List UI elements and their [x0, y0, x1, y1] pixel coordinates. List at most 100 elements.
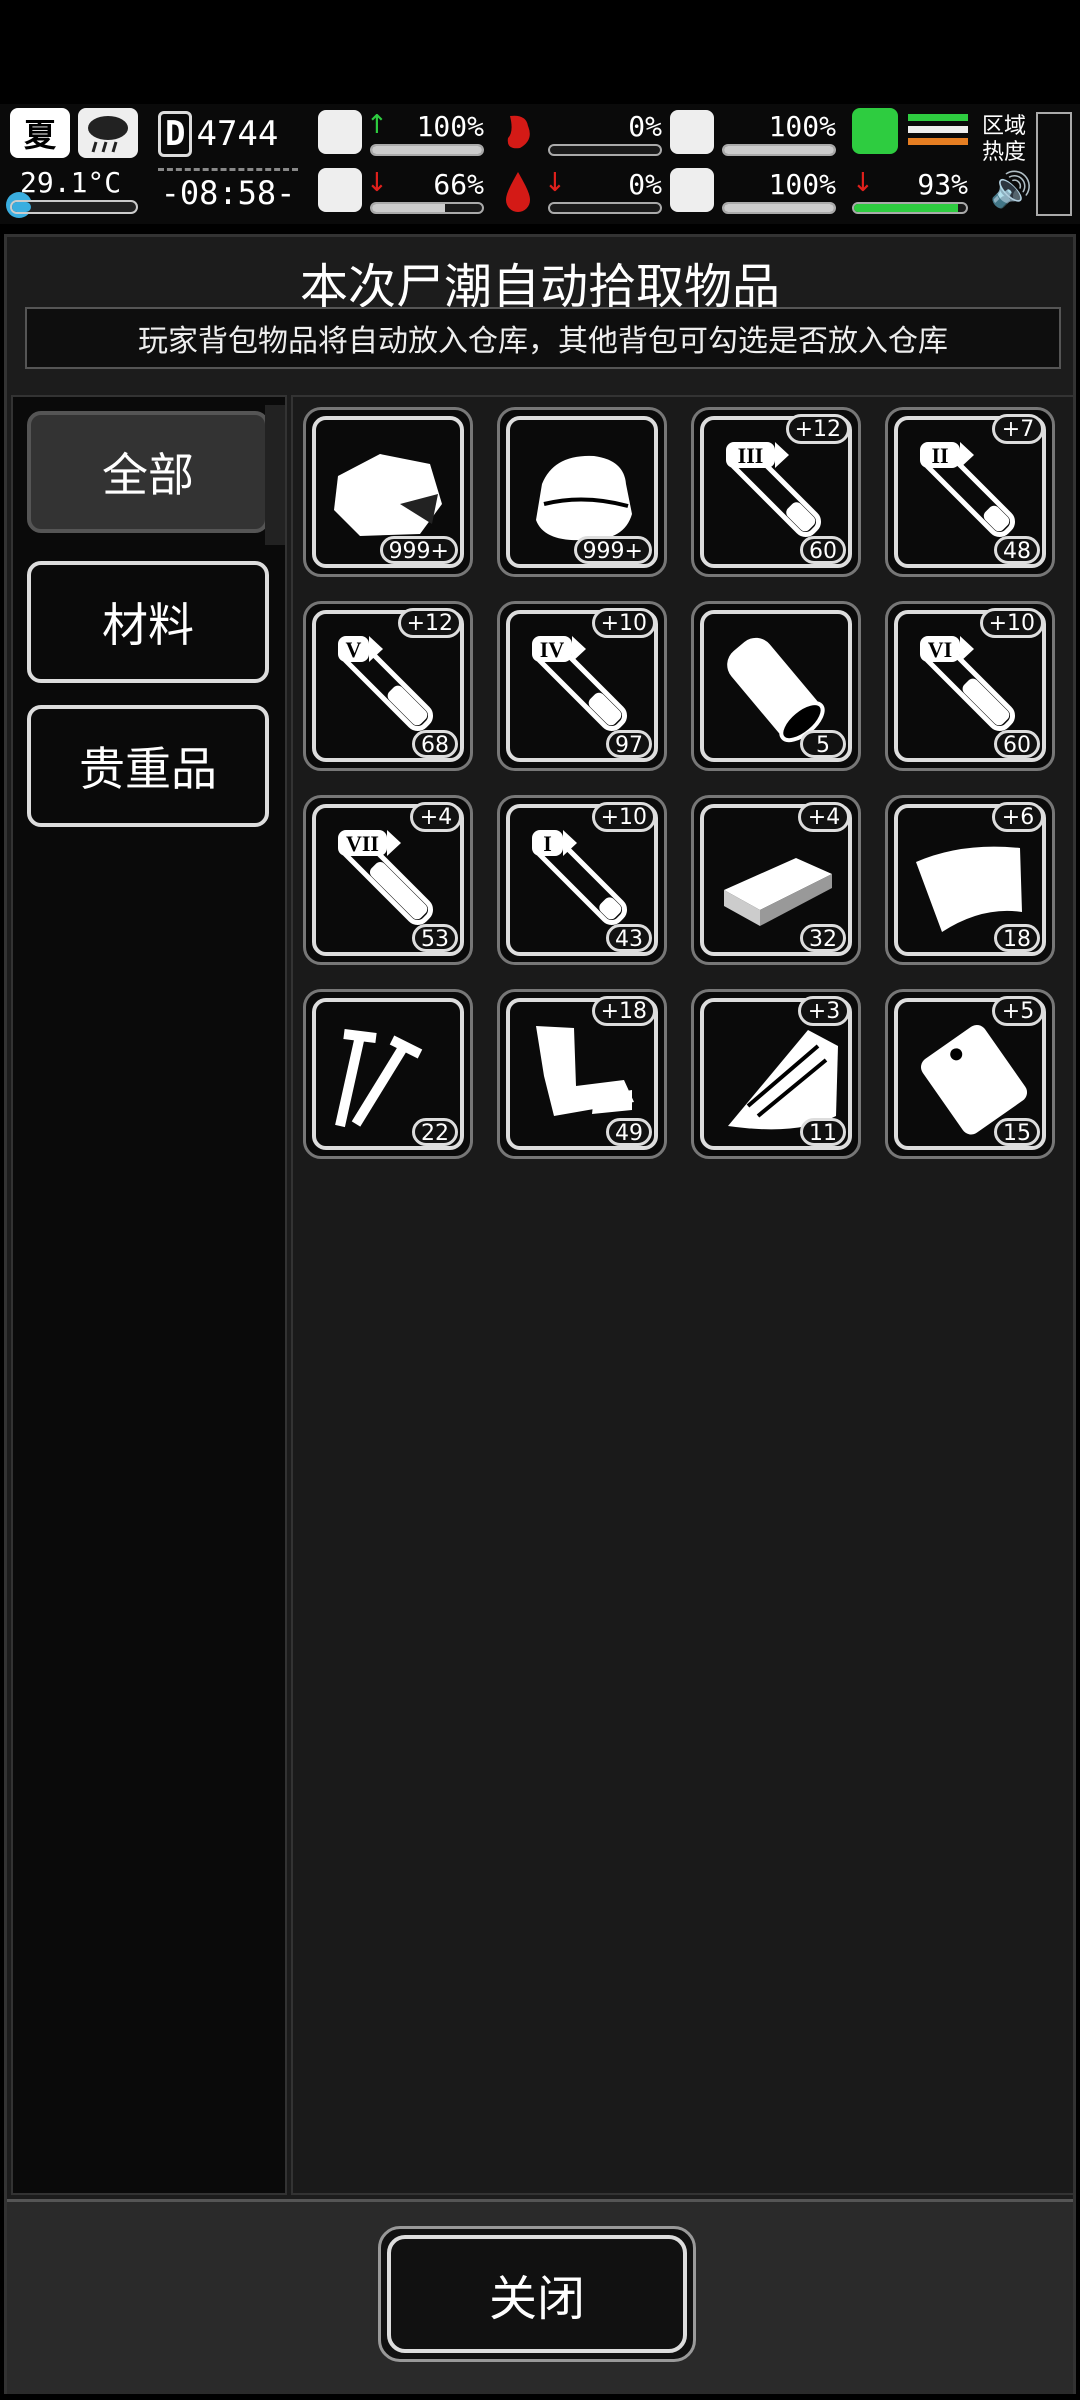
svg-text:VII: VII	[346, 831, 379, 856]
item-slot[interactable]: +5 15	[885, 989, 1055, 1159]
svg-text:II: II	[931, 443, 948, 468]
item-slot[interactable]: III +12 60	[691, 407, 861, 577]
region-heat-label: 区域热度	[982, 114, 1027, 165]
bonus-badge: +5	[992, 996, 1044, 1026]
stat-value: 0%	[628, 110, 662, 143]
item-count: 68	[412, 730, 458, 758]
rain-cloud-icon	[78, 108, 138, 158]
panel-subtitle-box: 玩家背包物品将自动放入仓库，其他背包可勾选是否放入仓库	[25, 307, 1061, 369]
item-count: 999+	[573, 536, 652, 564]
speaker-icon[interactable]: 🔊	[990, 170, 1032, 210]
category-tab-all[interactable]: 全部	[27, 405, 285, 545]
item-slot[interactable]: VI +10 60	[885, 601, 1055, 771]
item-count: 5	[800, 730, 846, 758]
arrow-down-icon: ↓	[366, 168, 388, 198]
stat-value: 93%	[917, 168, 968, 201]
item-count: 18	[994, 924, 1040, 952]
item-slot[interactable]: II +7 48	[885, 407, 1055, 577]
day-counter: D 4744	[158, 108, 288, 160]
category-tab-label: 贵重品	[79, 742, 217, 796]
item-grid: 999+ 999+ III +12 60 II +7 48 V +12 68 IV +10 97 5 VI +1…	[291, 395, 1075, 2195]
item-count: 48	[994, 536, 1040, 564]
category-sidebar: 全部 材料 贵重品	[11, 395, 287, 2195]
health-stat: ↑ 100%	[318, 110, 484, 162]
panel-subtitle: 玩家背包物品将自动放入仓库，其他背包可勾选是否放入仓库	[138, 324, 948, 359]
stat-value: 100%	[768, 168, 836, 201]
stat-value: 0%	[628, 168, 662, 201]
bonus-badge: +4	[798, 802, 850, 832]
item-count: 49	[606, 1118, 652, 1146]
category-tab-valuables[interactable]: 贵重品	[27, 705, 269, 827]
item-count: 22	[412, 1118, 458, 1146]
medkit-icon	[318, 110, 362, 154]
item-slot[interactable]: 999+	[303, 407, 473, 577]
item-count: 32	[800, 924, 846, 952]
item-slot[interactable]: +18 49	[497, 989, 667, 1159]
item-slot[interactable]: I +10 43	[497, 795, 667, 965]
temperature-readout: 29.1°C	[20, 166, 122, 199]
item-slot[interactable]: VII +4 53	[303, 795, 473, 965]
item-count: 11	[800, 1118, 846, 1146]
item-slot[interactable]: 22	[303, 989, 473, 1159]
item-count: 53	[412, 924, 458, 952]
bonus-badge: +7	[992, 414, 1044, 444]
bonus-badge: +10	[979, 608, 1044, 638]
heart-icon	[670, 168, 714, 212]
item-count: 15	[994, 1118, 1040, 1146]
season-badge: 夏	[10, 108, 70, 158]
svg-text:VI: VI	[928, 637, 952, 662]
item-slot[interactable]: 5	[691, 601, 861, 771]
item-count: 999+	[379, 536, 458, 564]
svg-text:I: I	[543, 831, 552, 856]
helmet-icon	[670, 110, 714, 154]
bonus-badge: +12	[785, 414, 850, 444]
close-button-label: 关闭	[387, 2235, 687, 2353]
stamina-stat	[852, 108, 972, 158]
bonus-badge: +4	[410, 802, 462, 832]
game-clock: -08:58-	[158, 168, 298, 215]
blood-drop-icon	[506, 172, 530, 212]
item-slot[interactable]: +4 32	[691, 795, 861, 965]
close-button[interactable]: 关闭	[378, 2226, 696, 2362]
item-count: 97	[606, 730, 652, 758]
svg-text:III: III	[738, 443, 764, 468]
item-count: 60	[994, 730, 1040, 758]
bleed-stat: ↓ 0%	[496, 168, 662, 220]
item-slot[interactable]: IV +10 97	[497, 601, 667, 771]
boot-icon	[852, 108, 898, 154]
arrow-up-icon: ↑	[366, 110, 388, 140]
item-slot[interactable]: +3 11	[691, 989, 861, 1159]
bonus-badge: +18	[591, 996, 656, 1026]
brain-icon	[318, 168, 362, 212]
item-slot[interactable]: +6 18	[885, 795, 1055, 965]
category-tab-materials[interactable]: 材料	[27, 561, 269, 683]
item-slot[interactable]: 999+	[497, 407, 667, 577]
bonus-badge: +10	[591, 802, 656, 832]
arrow-down-icon: ↓	[544, 168, 566, 198]
mood-stat: 100%	[670, 168, 836, 220]
stat-value: 100%	[768, 110, 836, 143]
bonus-badge: +12	[397, 608, 462, 638]
day-prefix: D	[158, 111, 193, 157]
bonus-badge: +6	[992, 802, 1044, 832]
item-slot[interactable]: V +12 68	[303, 601, 473, 771]
status-bar: 夏 29.1°C D 4744 -08:58- ↑ 100% 0% 100% ↓ 66% ↓…	[0, 104, 1080, 224]
day-number: 4744	[196, 114, 279, 154]
category-tab-label: 全部	[102, 448, 194, 502]
bonus-badge: +3	[798, 996, 850, 1026]
category-tab-label: 材料	[102, 598, 194, 652]
arrow-down-icon: ↓	[852, 168, 874, 198]
stomach-icon	[507, 115, 530, 149]
item-count: 43	[606, 924, 652, 952]
temperature-bar	[10, 200, 138, 214]
bonus-badge: +10	[591, 608, 656, 638]
item-count: 60	[800, 536, 846, 564]
svg-text:IV: IV	[540, 637, 565, 662]
stat-value: 100%	[416, 110, 484, 143]
mind-stat: ↓ 66%	[318, 168, 484, 220]
armor-stat: 100%	[670, 110, 836, 162]
stat-value: 66%	[433, 168, 484, 201]
stamina-readout: ↓ 93%	[852, 168, 968, 220]
region-heat-meter	[1036, 112, 1072, 216]
svg-text:V: V	[346, 637, 362, 662]
